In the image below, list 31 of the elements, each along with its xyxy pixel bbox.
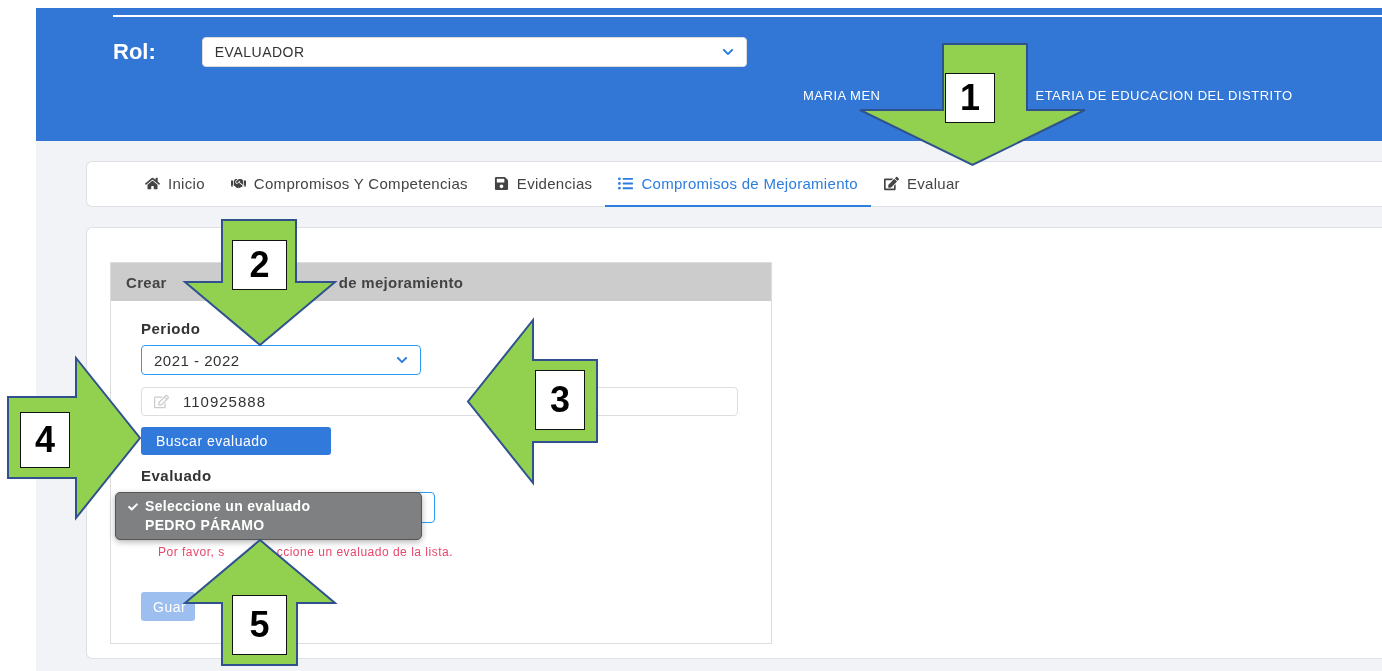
panel-title: Crear	[126, 273, 167, 291]
nav-tab[interactable]: Inicio	[132, 162, 218, 207]
list-icon	[618, 176, 634, 191]
role-select[interactable]: EVALUADOR	[201, 37, 747, 67]
error-message: ccione un evaluado de la lista.	[276, 545, 453, 559]
dropdown-option[interactable]: Seleccione un evaluado	[128, 497, 421, 516]
search-button[interactable]: Buscar evaluado	[141, 427, 331, 455]
panel-title: de mejoramiento	[338, 273, 464, 291]
period-label: Periodo	[141, 320, 201, 337]
evaluated-label: Evaluado	[141, 467, 212, 484]
nav-tab[interactable]: Compromisos Y Competencias	[217, 162, 481, 207]
nav-tab[interactable]: Evidencias	[480, 162, 606, 207]
handshake-icon	[230, 176, 246, 191]
period-select[interactable]: 2021 - 2022	[141, 345, 421, 375]
chevron-icon	[396, 354, 408, 366]
error-message: Por favor, s	[158, 545, 225, 559]
dropdown-option[interactable]: PEDRO PÁRAMO	[128, 516, 421, 535]
user-info-text: ETARIA DE EDUCACION DEL DISTRITO	[1035, 88, 1293, 103]
user-info-text: MARIA MEN	[803, 88, 881, 103]
edit-icon	[154, 394, 169, 409]
callout-number: 5	[232, 595, 287, 655]
callout-number: 4	[20, 412, 70, 468]
callout-number: 2	[232, 240, 287, 290]
callout-number: 3	[535, 370, 585, 430]
nav-tab[interactable]: Compromisos de Mejoramiento	[605, 162, 871, 207]
home-icon	[145, 176, 160, 191]
callout-number: 1	[945, 73, 995, 123]
nav-tab[interactable]: Evaluar	[870, 162, 973, 207]
role-label: Rol:	[113, 39, 156, 65]
chevron-icon	[721, 46, 734, 58]
edit-icon	[883, 176, 899, 191]
